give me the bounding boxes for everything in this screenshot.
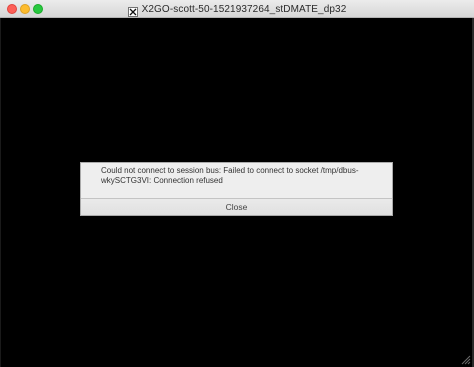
window-left-edge bbox=[0, 18, 1, 367]
resize-grip-icon[interactable] bbox=[459, 352, 471, 365]
window-title-group: X2GO-scott-50-1521937264_stDMATE_dp32 bbox=[0, 0, 474, 18]
x2go-session-window: X2GO-scott-50-1521937264_stDMATE_dp32 Co… bbox=[0, 0, 474, 367]
x11-icon bbox=[127, 4, 138, 17]
error-dialog: Could not connect to session bus: Failed… bbox=[80, 162, 393, 216]
window-title: X2GO-scott-50-1521937264_stDMATE_dp32 bbox=[141, 3, 347, 15]
error-message: Could not connect to session bus: Failed… bbox=[101, 166, 359, 185]
close-button[interactable]: Close bbox=[81, 199, 392, 215]
window-titlebar[interactable]: X2GO-scott-50-1521937264_stDMATE_dp32 bbox=[0, 0, 474, 18]
